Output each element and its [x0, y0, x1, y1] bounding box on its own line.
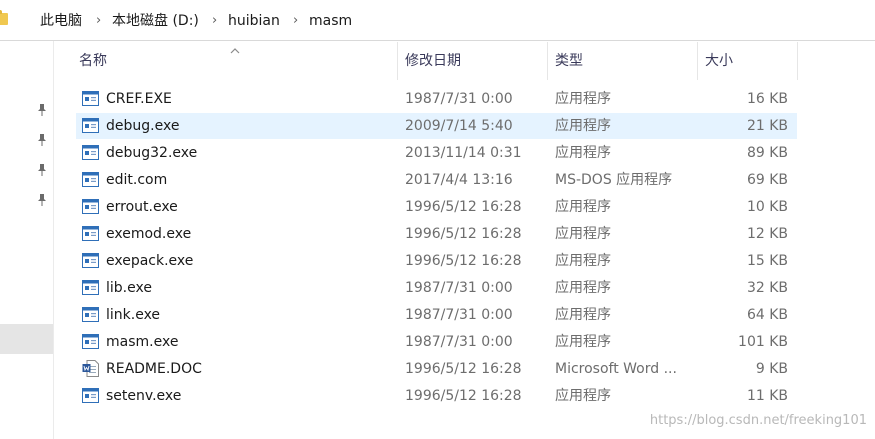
file-name: debug32.exe: [106, 145, 198, 161]
watermark: https://blog.csdn.net/freeking101: [649, 413, 867, 428]
file-name: lib.exe: [106, 280, 152, 296]
column-header-type[interactable]: 类型: [555, 52, 583, 70]
file-row[interactable]: setenv.exe 1996/5/12 16:28 应用程序 11 KB: [76, 383, 797, 409]
chevron-right-icon[interactable]: ›: [293, 12, 298, 30]
file-row[interactable]: edit.com 2017/4/4 13:16 MS-DOS 应用程序 69 KB: [76, 167, 797, 193]
exe-icon: [82, 307, 99, 322]
file-name: link.exe: [106, 307, 161, 323]
file-type: 应用程序: [555, 91, 611, 107]
exe-icon: [82, 145, 99, 160]
file-row[interactable]: errout.exe 1996/5/12 16:28 应用程序 10 KB: [76, 194, 797, 220]
file-modified: 1996/5/12 16:28: [405, 226, 522, 242]
file-row[interactable]: lib.exe 1987/7/31 0:00 应用程序 32 KB: [76, 275, 797, 301]
chevron-right-icon[interactable]: ›: [96, 12, 101, 30]
file-row[interactable]: link.exe 1987/7/31 0:00 应用程序 64 KB: [76, 302, 797, 328]
file-type: 应用程序: [555, 199, 611, 215]
exe-icon: [82, 388, 99, 403]
breadcrumb-drive-d[interactable]: 本地磁盘 (D:): [112, 12, 199, 30]
file-type: 应用程序: [555, 280, 611, 296]
file-size: 11 KB: [746, 388, 788, 404]
file-size: 9 KB: [755, 361, 788, 377]
file-type: 应用程序: [555, 253, 611, 269]
column-header-name[interactable]: 名称: [79, 52, 107, 70]
exe-icon: [82, 172, 99, 187]
breadcrumb-this-pc[interactable]: 此电脑: [40, 12, 82, 30]
pin-icon[interactable]: [36, 163, 48, 177]
file-modified: 1996/5/12 16:28: [405, 199, 522, 215]
column-divider[interactable]: [397, 42, 398, 80]
file-modified: 1996/5/12 16:28: [405, 361, 522, 377]
column-header-modified[interactable]: 修改日期: [405, 52, 461, 70]
file-name: debug.exe: [106, 118, 180, 134]
pin-icon[interactable]: [36, 133, 48, 147]
file-name: masm.exe: [106, 334, 179, 350]
file-name: exemod.exe: [106, 226, 192, 242]
file-name: setenv.exe: [106, 388, 182, 404]
file-size: 69 KB: [746, 172, 788, 188]
file-type: 应用程序: [555, 307, 611, 323]
file-name: CREF.EXE: [106, 91, 172, 107]
file-size: 89 KB: [746, 145, 788, 161]
file-row[interactable]: exemod.exe 1996/5/12 16:28 应用程序 12 KB: [76, 221, 797, 247]
chevron-right-icon[interactable]: ›: [212, 12, 217, 30]
file-row[interactable]: masm.exe 1987/7/31 0:00 应用程序 101 KB: [76, 329, 797, 355]
file-size: 101 KB: [738, 334, 788, 350]
exe-icon: [82, 226, 99, 241]
file-row[interactable]: exepack.exe 1996/5/12 16:28 应用程序 15 KB: [76, 248, 797, 274]
file-name: errout.exe: [106, 199, 178, 215]
column-divider[interactable]: [697, 42, 698, 80]
file-row[interactable]: debug.exe 2009/7/14 5:40 应用程序 21 KB: [76, 113, 797, 139]
file-row[interactable]: CREF.EXE 1987/7/31 0:00 应用程序 16 KB: [76, 86, 797, 112]
pin-icon[interactable]: [36, 103, 48, 117]
file-name: edit.com: [106, 172, 168, 188]
column-divider[interactable]: [797, 42, 798, 80]
file-modified: 1987/7/31 0:00: [405, 334, 513, 350]
file-type: 应用程序: [555, 388, 611, 404]
file-type: MS-DOS 应用程序: [555, 172, 673, 188]
address-bar[interactable]: 此电脑 › 本地磁盘 (D:) › huibian › masm: [0, 0, 875, 40]
nav-item-selected[interactable]: [0, 324, 53, 354]
file-size: 16 KB: [746, 91, 788, 107]
exe-icon: [82, 118, 99, 133]
file-size: 32 KB: [746, 280, 788, 296]
file-modified: 2017/4/4 13:16: [405, 172, 513, 188]
file-name: exepack.exe: [106, 253, 194, 269]
file-row[interactable]: debug32.exe 2013/11/14 0:31 应用程序 89 KB: [76, 140, 797, 166]
file-modified: 2009/7/14 5:40: [405, 118, 513, 134]
file-modified: 1987/7/31 0:00: [405, 280, 513, 296]
word-doc-icon: [82, 360, 99, 377]
file-modified: 1996/5/12 16:28: [405, 388, 522, 404]
file-type: 应用程序: [555, 118, 611, 134]
address-bar-divider: [0, 40, 875, 41]
file-type: 应用程序: [555, 334, 611, 350]
column-divider[interactable]: [547, 42, 548, 80]
file-modified: 1987/7/31 0:00: [405, 307, 513, 323]
file-modified: 1996/5/12 16:28: [405, 253, 522, 269]
file-modified: 1987/7/31 0:00: [405, 91, 513, 107]
exe-icon: [82, 253, 99, 268]
file-name: README.DOC: [106, 361, 202, 377]
file-size: 12 KB: [746, 226, 788, 242]
exe-icon: [82, 280, 99, 295]
column-header-size[interactable]: 大小: [705, 52, 733, 70]
exe-icon: [82, 334, 99, 349]
file-type: 应用程序: [555, 226, 611, 242]
sort-ascending-icon: [230, 40, 240, 54]
file-size: 64 KB: [746, 307, 788, 323]
navigation-pane[interactable]: [0, 41, 54, 439]
breadcrumb-masm[interactable]: masm: [309, 12, 352, 30]
exe-icon: [82, 91, 99, 106]
file-size: 21 KB: [746, 118, 788, 134]
file-modified: 2013/11/14 0:31: [405, 145, 522, 161]
folder-icon: [0, 10, 8, 25]
breadcrumb-huibian[interactable]: huibian: [228, 12, 280, 30]
file-row[interactable]: README.DOC 1996/5/12 16:28 Microsoft Word …: [76, 356, 797, 382]
file-size: 15 KB: [746, 253, 788, 269]
file-type: 应用程序: [555, 145, 611, 161]
pin-icon[interactable]: [36, 193, 48, 207]
file-size: 10 KB: [746, 199, 788, 215]
exe-icon: [82, 199, 99, 214]
file-type: Microsoft Word ...: [555, 361, 677, 377]
